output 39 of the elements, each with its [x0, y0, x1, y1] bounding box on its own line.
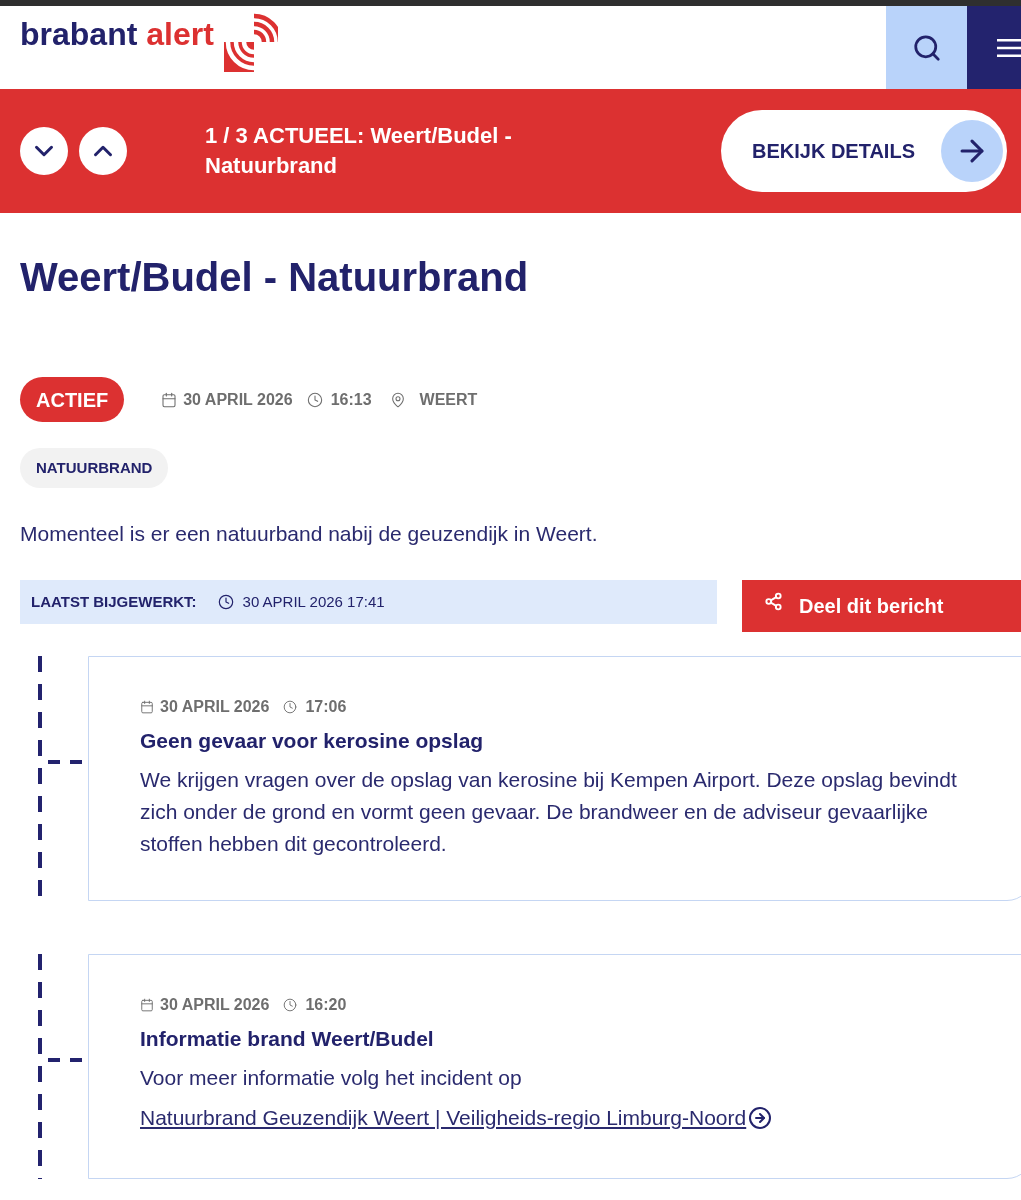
- time-text: 16:20: [305, 995, 347, 1015]
- clock-icon: [283, 700, 298, 714]
- next-alert-button[interactable]: [20, 127, 68, 175]
- update-text: We krijgen vragen over de opslag van kerosine bij Kempen Airport. Deze opslag bevindt zich onder de grond en vormt geen gevaar. De brandweer en de adviseur gevaarlijke stoffen hebben dit gecontroleerd.: [140, 767, 958, 857]
- incident-link[interactable]: Natuurbrand Geuzendijk Weert | Veiligheids-regio Limburg-Noord: [140, 1098, 773, 1138]
- menu-icon: [997, 37, 1021, 58]
- calendar-icon: [140, 998, 154, 1012]
- menu-button[interactable]: [967, 6, 1021, 89]
- location-text: WEERT: [419, 389, 478, 410]
- arrow-circle-icon: [748, 1106, 773, 1130]
- alert-headline: 1 / 3 ACTUEEL: Weert/Budel - Natuurbrand: [205, 122, 513, 180]
- date-text: 30 APRIL 2026: [183, 389, 293, 410]
- clock-icon: [283, 998, 298, 1012]
- calendar-icon: [140, 700, 154, 714]
- location-pin-icon: [389, 391, 406, 408]
- update-title: Geen gevaar voor kerosine opslag: [140, 728, 485, 754]
- clock-icon: [306, 391, 323, 408]
- search-icon: [911, 32, 942, 63]
- update-text: Voor meer informatie volg het incident op Natuurbrand Geuzendijk Weert | Veiligheids-regio Limburg-Noord: [140, 1058, 990, 1138]
- status-badge: ACTIEF: [20, 377, 125, 422]
- logo-wordmark: brabant alert: [20, 17, 214, 51]
- date-text: 30 APRIL 2026: [160, 697, 270, 717]
- date-text: 30 APRIL 2026: [160, 995, 270, 1015]
- previous-alert-button[interactable]: [79, 127, 127, 175]
- time-text: 16:13: [330, 389, 372, 410]
- share-button[interactable]: Deel dit bericht: [742, 580, 1021, 632]
- details-button[interactable]: BEKIJK DETAILS: [721, 110, 1007, 192]
- category-tag: NATUURBRAND: [20, 448, 169, 488]
- calendar-icon: [161, 391, 178, 408]
- clock-icon: [217, 594, 234, 610]
- update-title: Informatie brand Weert/Budel: [140, 1026, 435, 1052]
- arrow-right-icon: [941, 120, 1003, 182]
- time-text: 17:06: [305, 697, 347, 717]
- last-updated-label: LAATST BIJGEWERKT:: [31, 591, 197, 612]
- search-button[interactable]: [886, 6, 967, 89]
- last-updated-value: 30 APRIL 2026 17:41: [242, 591, 385, 612]
- share-icon: [764, 591, 783, 611]
- page-title: Weert/Budel - Natuurbrand: [20, 254, 530, 300]
- description-text: Momenteel is er een natuurband nabij de geuzendijk in Weert.: [20, 521, 599, 547]
